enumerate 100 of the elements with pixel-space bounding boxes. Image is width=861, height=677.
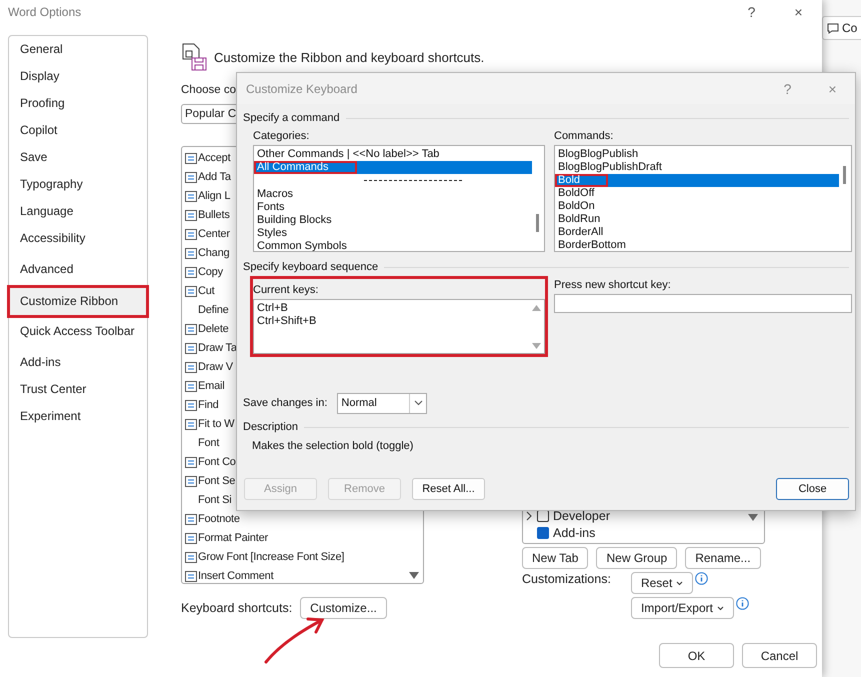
shortcut-item[interactable]: Ctrl+Shift+B bbox=[254, 315, 530, 328]
sidebar-item[interactable]: General bbox=[9, 36, 147, 63]
commands-item[interactable]: BlogBlogPublishDraft bbox=[555, 161, 839, 174]
sidebar-item[interactable]: Advanced bbox=[9, 256, 147, 283]
command-item[interactable]: Format Painter bbox=[198, 532, 268, 544]
categories-item[interactable]: Building Blocks bbox=[254, 214, 532, 227]
command-item[interactable]: Grow Font [Increase Font Size] bbox=[198, 550, 344, 562]
sidebar-item[interactable]: Typography bbox=[9, 171, 147, 198]
shortcut-key-field[interactable] bbox=[554, 294, 852, 313]
command-item[interactable]: Add Ta bbox=[198, 170, 231, 182]
command-item[interactable]: Find bbox=[198, 398, 219, 410]
command-item[interactable]: Chang bbox=[198, 246, 230, 258]
commands-item[interactable]: BorderBottom bbox=[555, 239, 839, 251]
shortcut-item[interactable]: Ctrl+B bbox=[254, 302, 530, 315]
footer-button[interactable]: OK bbox=[659, 643, 734, 668]
dialog-button[interactable]: Close bbox=[776, 478, 849, 500]
info-icon bbox=[736, 597, 749, 610]
command-item[interactable]: Cut bbox=[198, 284, 215, 296]
command-item[interactable]: Fit to W bbox=[198, 418, 234, 430]
sidebar-item[interactable]: Display bbox=[9, 63, 147, 90]
save-in-label: Save changes in: bbox=[243, 397, 328, 409]
customize-button[interactable]: Customize... bbox=[300, 597, 387, 619]
categories-item[interactable]: Other Commands | <<No label>> Tab bbox=[254, 148, 532, 161]
close-button[interactable]: × bbox=[775, 4, 822, 20]
commands-item[interactable]: Bold bbox=[555, 174, 839, 187]
customizations-button[interactable]: Reset bbox=[630, 572, 694, 594]
dialog-button[interactable]: Reset All... bbox=[412, 478, 485, 500]
customizations-button[interactable]: Import/Export bbox=[630, 597, 734, 619]
command-item[interactable]: Font Si bbox=[198, 494, 232, 506]
caret-icon bbox=[676, 580, 684, 586]
sidebar-item[interactable]: Experiment bbox=[9, 403, 147, 430]
commands-item[interactable]: BoldOn bbox=[555, 200, 839, 213]
command-item[interactable]: Bullets bbox=[198, 208, 230, 220]
sidebar-item[interactable]: Accessibility bbox=[9, 225, 147, 252]
heading-text: Customize the Ribbon and keyboard shortcuts. bbox=[214, 50, 484, 64]
choose-label: Choose co bbox=[181, 84, 236, 98]
sidebar-item[interactable]: Proofing bbox=[9, 90, 147, 117]
scroll-down-icon bbox=[532, 343, 541, 349]
command-item[interactable]: Accept bbox=[198, 152, 230, 164]
categories-item[interactable]: Common Symbols bbox=[254, 240, 532, 251]
checkbox[interactable] bbox=[537, 526, 549, 538]
chevron-right-icon bbox=[526, 510, 533, 520]
command-item[interactable]: Delete bbox=[198, 322, 229, 334]
sidebar-item[interactable]: Customize Ribbon bbox=[9, 287, 147, 316]
shortcut-key-label: Press new shortcut key: bbox=[554, 279, 672, 291]
command-item[interactable]: Font bbox=[198, 436, 220, 448]
info-icon bbox=[695, 572, 708, 585]
scroll-up-icon bbox=[532, 305, 541, 311]
comment-icon bbox=[827, 22, 839, 34]
scrollbar-thumb[interactable] bbox=[536, 214, 539, 232]
commands-item[interactable]: BlogBlogPublish bbox=[555, 148, 839, 161]
tree-button[interactable]: New Group bbox=[596, 547, 678, 569]
scroll-down-icon bbox=[748, 514, 758, 521]
section-label: Specify keyboard sequence bbox=[243, 261, 378, 273]
command-item[interactable]: Copy bbox=[198, 266, 223, 278]
keyboard-shortcuts-label: Keyboard shortcuts: bbox=[181, 601, 292, 615]
commands-item[interactable]: BoldRun bbox=[555, 213, 839, 226]
command-item[interactable]: Center bbox=[198, 228, 230, 240]
sidebar-item[interactable]: Save bbox=[9, 144, 147, 171]
chevron-down-icon bbox=[414, 400, 423, 406]
command-item[interactable]: Draw V bbox=[198, 360, 233, 372]
window-title: Word Options bbox=[8, 5, 82, 19]
customizations-label: Customizations: bbox=[522, 572, 611, 586]
categories-item[interactable]: Fonts bbox=[254, 201, 532, 214]
current-keys-label: Current keys: bbox=[253, 284, 320, 296]
dialog-title: Customize Keyboard bbox=[246, 82, 358, 96]
categories-item[interactable]: All Commands bbox=[254, 161, 532, 174]
sidebar-item[interactable]: Trust Center bbox=[9, 376, 147, 403]
caret-icon bbox=[716, 606, 724, 610]
save-in-dropdown[interactable]: Normal bbox=[337, 392, 428, 414]
categories-item[interactable]: Macros bbox=[254, 188, 532, 201]
command-item[interactable]: Email bbox=[198, 380, 225, 392]
command-item[interactable]: Font Se bbox=[198, 474, 236, 486]
command-item[interactable]: Align L bbox=[198, 190, 230, 202]
tree-item[interactable]: Developer bbox=[553, 508, 610, 522]
scroll-down-icon bbox=[409, 572, 419, 579]
description-text: Makes the selection bold (toggle) bbox=[251, 440, 414, 452]
tree-button[interactable]: Rename... bbox=[685, 547, 761, 569]
list-label: Commands: bbox=[554, 130, 614, 142]
comments-button[interactable]: Co bbox=[822, 16, 861, 40]
command-item[interactable]: Insert Comment bbox=[198, 570, 274, 582]
scrollbar-thumb[interactable] bbox=[843, 166, 846, 184]
sidebar-item[interactable]: Quick Access Toolbar bbox=[9, 318, 147, 345]
sidebar-item[interactable]: Add-ins bbox=[9, 349, 147, 376]
help-button[interactable]: ? bbox=[728, 4, 775, 20]
command-item[interactable]: Font Co bbox=[198, 456, 236, 468]
footer-button[interactable]: Cancel bbox=[742, 643, 817, 668]
command-item[interactable]: Footnote bbox=[198, 512, 240, 524]
sidebar-item[interactable]: Language bbox=[9, 198, 147, 225]
commands-item[interactable]: BorderAll bbox=[555, 226, 839, 239]
section-label: Specify a command bbox=[243, 112, 340, 124]
categories-item[interactable]: Styles bbox=[254, 227, 532, 240]
list-label: Categories: bbox=[253, 130, 310, 142]
tree-item[interactable]: Add-ins bbox=[553, 526, 596, 540]
sidebar-item[interactable]: Copilot bbox=[9, 117, 147, 144]
section-label: Description bbox=[243, 421, 298, 433]
command-item[interactable]: Define bbox=[198, 304, 229, 316]
command-item[interactable]: Draw Ta bbox=[198, 342, 237, 354]
commands-item[interactable]: BoldOff bbox=[555, 187, 839, 200]
tree-button[interactable]: New Tab bbox=[522, 547, 588, 569]
